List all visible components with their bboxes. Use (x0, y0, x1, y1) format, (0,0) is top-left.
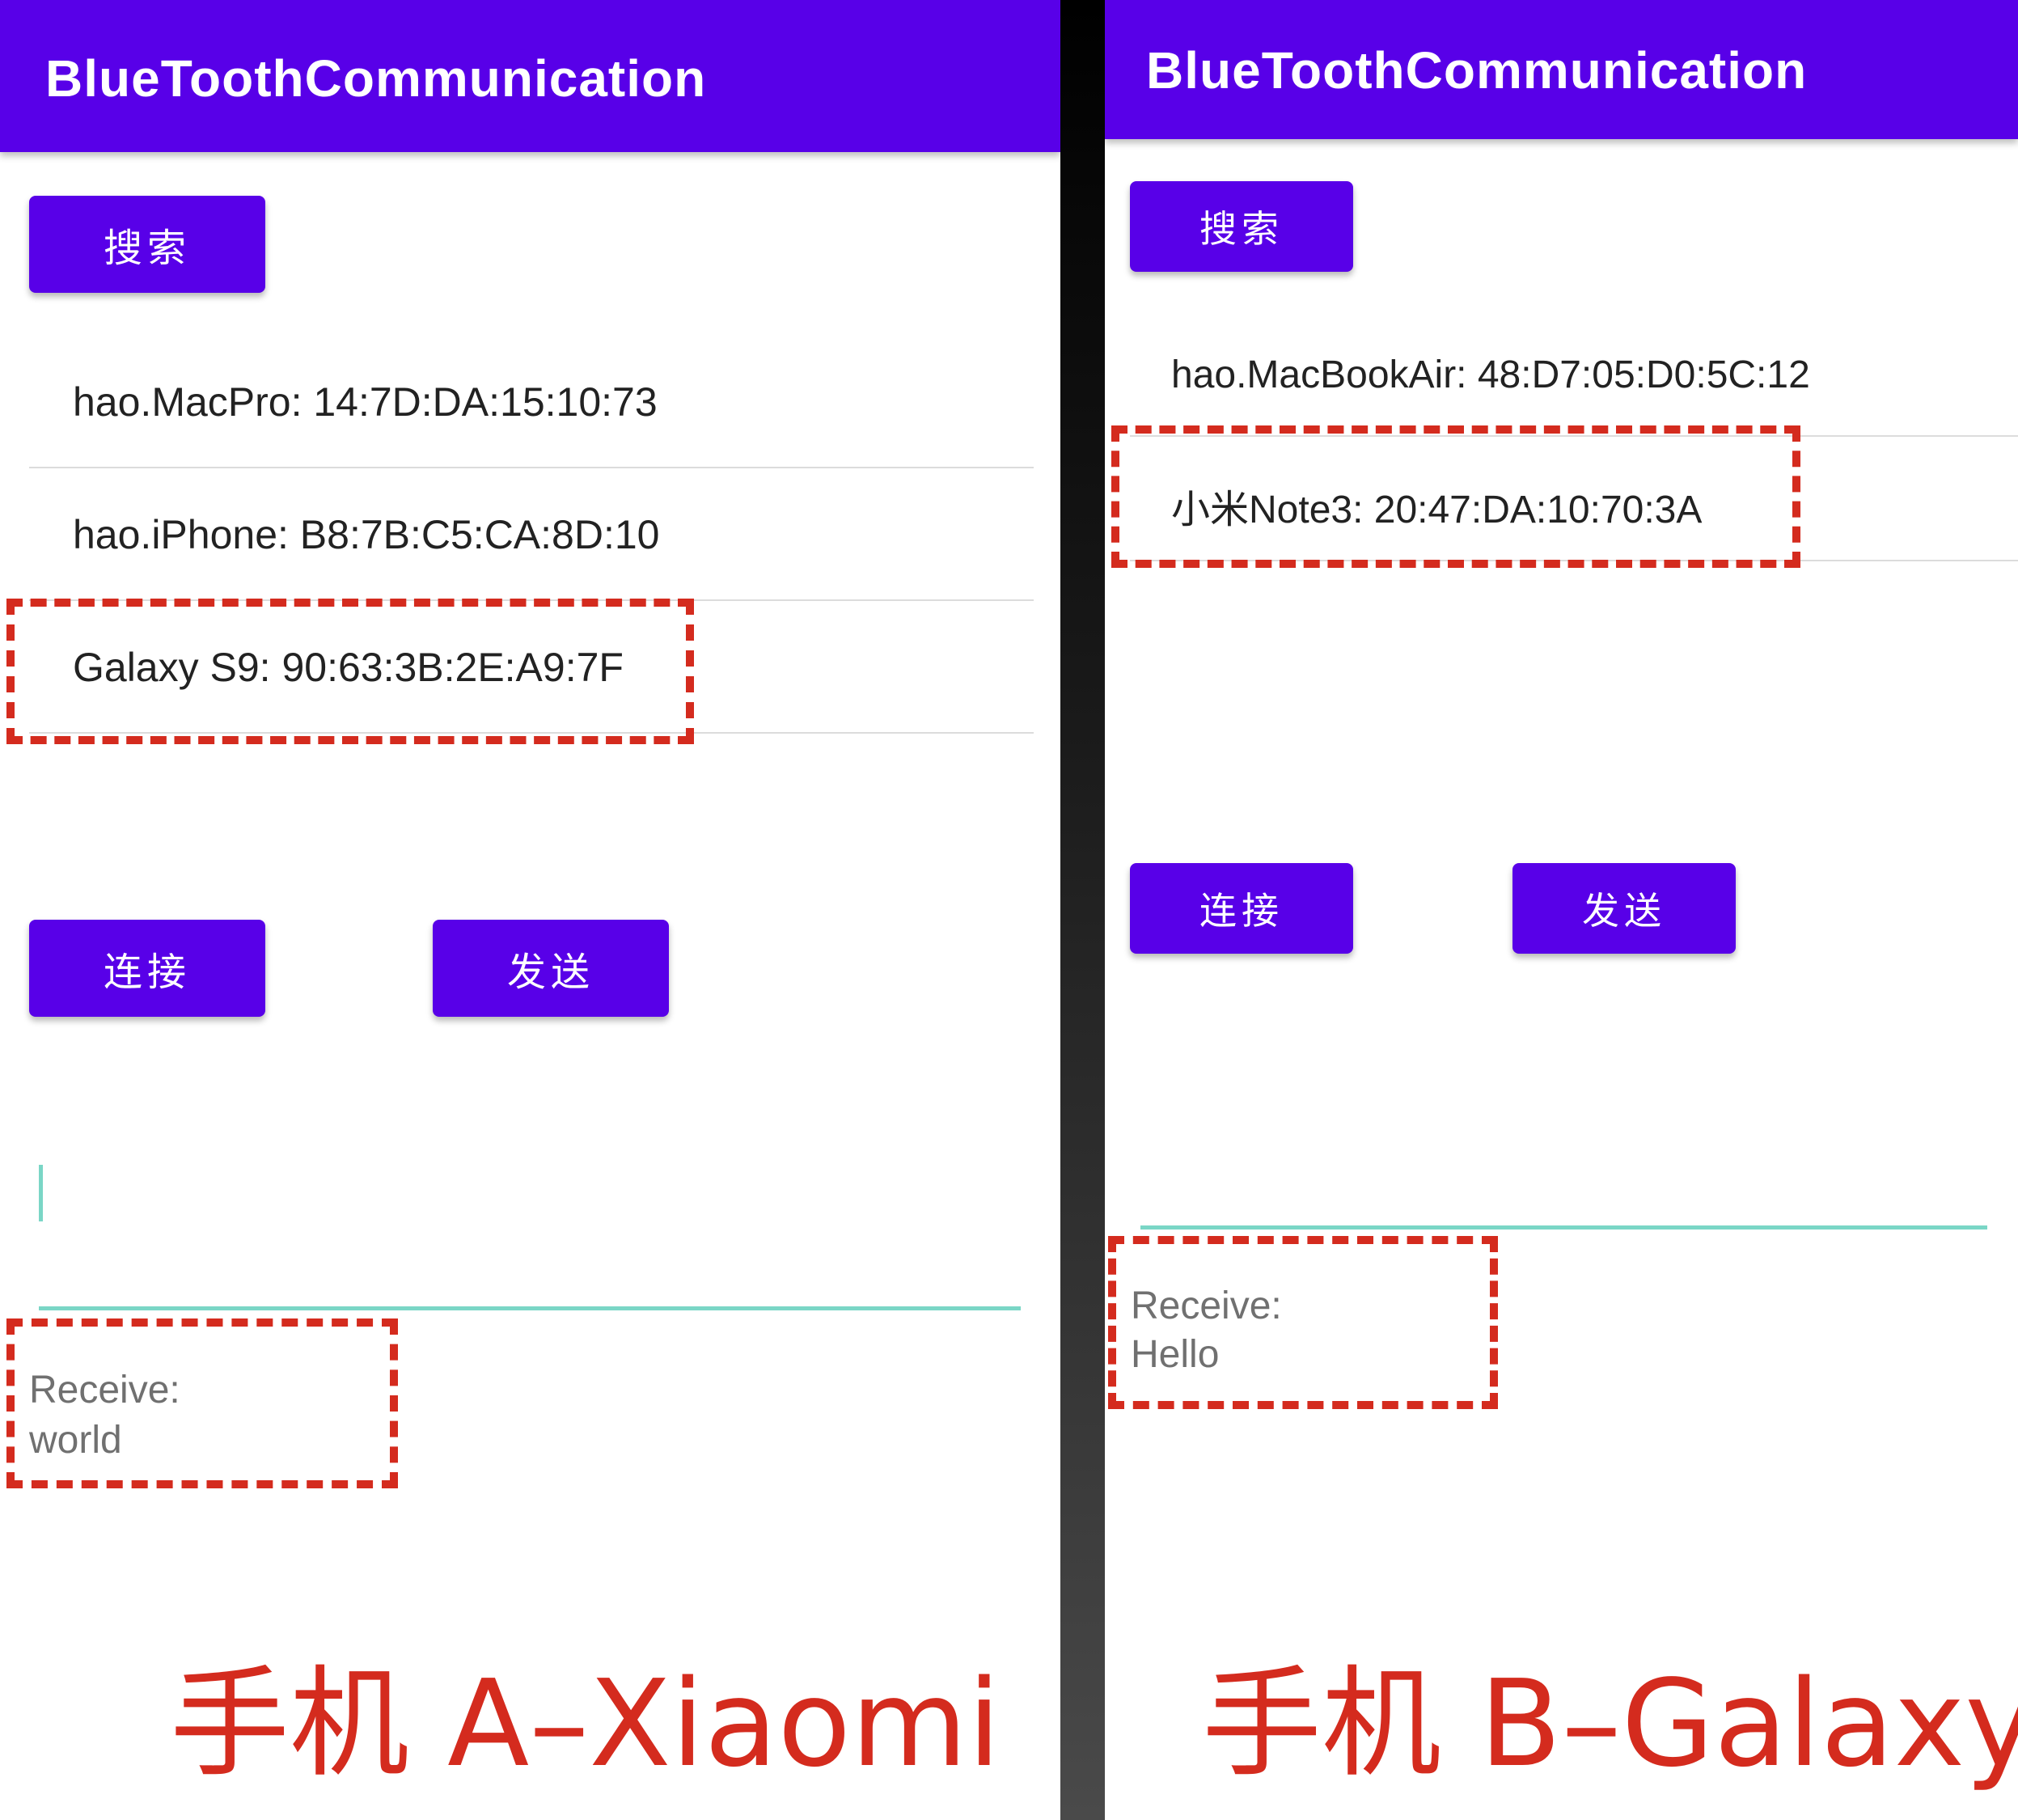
device-list-item[interactable]: hao.MacBookAir: 48:D7:05:D0:5C:12 (1171, 353, 1810, 397)
app-bar: BlueToothCommunication (1105, 0, 2018, 139)
message-input[interactable] (39, 1157, 1021, 1302)
caption-phone-b: 手机 B–Galaxy (1202, 1654, 2018, 1793)
list-divider (29, 467, 1034, 468)
highlight-box-selected-device (6, 599, 694, 744)
highlight-box-receive (6, 1318, 398, 1488)
app-title: BlueToothCommunication (1146, 41, 1808, 99)
app-title: BlueToothCommunication (45, 49, 707, 108)
send-button[interactable]: 发送 (1512, 863, 1736, 954)
screen-divider (1060, 0, 1105, 1820)
input-underline (1140, 1225, 1987, 1230)
connect-button[interactable]: 连接 (29, 920, 265, 1017)
input-underline (39, 1306, 1021, 1310)
search-button[interactable]: 搜索 (29, 196, 265, 293)
phone-a-screen: BlueToothCommunication 搜索 hao.MacPro: 14… (0, 0, 1060, 1820)
text-cursor (39, 1165, 43, 1221)
phone-b-screen: BlueToothCommunication 搜索 hao.MacBookAir… (1105, 0, 2018, 1820)
highlight-box-selected-device (1111, 425, 1800, 568)
message-input[interactable] (1140, 1084, 1987, 1230)
device-list-item[interactable]: hao.iPhone: B8:7B:C5:CA:8D:10 (73, 511, 659, 558)
caption-phone-a: 手机 A–Xiaomi (170, 1654, 1001, 1793)
send-button[interactable]: 发送 (433, 920, 669, 1017)
device-list-item[interactable]: hao.MacPro: 14:7D:DA:15:10:73 (73, 379, 658, 425)
highlight-box-receive (1108, 1236, 1498, 1409)
app-bar: BlueToothCommunication (0, 0, 1060, 152)
search-button[interactable]: 搜索 (1130, 181, 1353, 272)
connect-button[interactable]: 连接 (1130, 863, 1353, 954)
